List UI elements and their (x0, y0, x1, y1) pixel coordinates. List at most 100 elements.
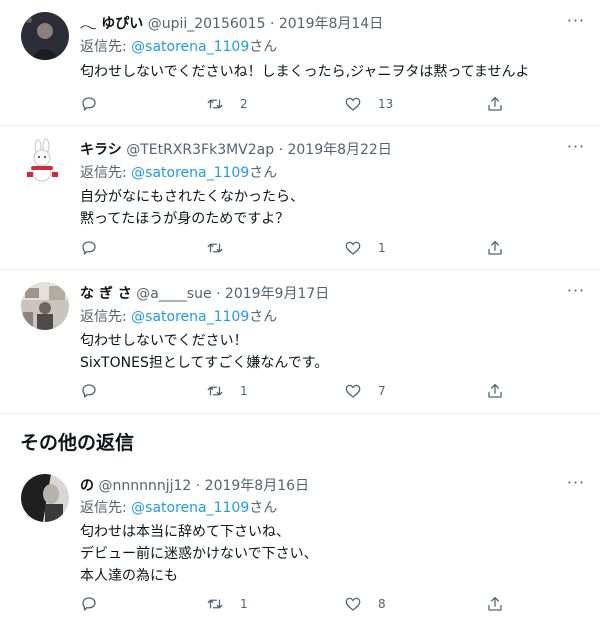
reply-to-suffix: さん (249, 165, 278, 181)
more-icon[interactable]: ··· (566, 13, 586, 30)
reply-button[interactable] (80, 381, 98, 401)
reply-to-line: 返信先: @satorena_1109さん (80, 164, 277, 182)
reply-mention-link[interactable]: @satorena_1109 (131, 39, 249, 55)
tweet[interactable]: の @nnnnnnjj12 · 2019年8月16日 ··· 返信先: @sat… (0, 462, 600, 620)
retweet-count: 1 (240, 597, 248, 611)
reply-to-suffix: さん (249, 39, 278, 55)
tweet-date[interactable]: 2019年8月14日 (279, 16, 383, 32)
reply-to-suffix: さん (249, 500, 278, 516)
tweet-text-line: 黙ってたほうが身のためですよ？ (80, 211, 290, 227)
reply-mention-link[interactable]: @satorena_1109 (131, 165, 249, 181)
tweet-text: 匂わせは本当に辞めて下さいね、 デビュー前に迷惑かけないで下さい、 本人達の為に… (80, 522, 318, 588)
tweet-text-line: 本人達の為にも (80, 568, 178, 584)
share-icon (488, 596, 502, 611)
like-button[interactable]: 7 (344, 381, 386, 401)
retweet-count: 1 (240, 384, 248, 398)
tweet-text-line: 匂わせしないでくださいね！しまくったら,ジャニヲタは黙ってませんよ (80, 64, 530, 80)
section-title: その他の返信 (20, 432, 135, 454)
tweet[interactable]: キラシ @TEtRXR3Fk3MV2ap · 2019年8月22日 ··· 返信… (0, 126, 600, 270)
share-button[interactable] (486, 238, 504, 258)
share-button[interactable] (486, 381, 504, 401)
tweet-header: な ぎ さ @a____sue · 2019年9月17日 (80, 285, 329, 303)
separator-dot: · (195, 478, 201, 494)
like-icon (345, 241, 361, 255)
like-button[interactable]: 1 (344, 238, 386, 258)
tweet-actions: 1 8 (80, 594, 520, 614)
like-icon (345, 97, 361, 111)
share-icon (488, 383, 502, 398)
tweet-date[interactable]: 2019年8月22日 (287, 142, 391, 158)
more-icon[interactable]: ··· (566, 139, 586, 156)
display-name[interactable]: 𓂃 ゆぴい (80, 16, 143, 32)
reply-to-line: 返信先: @satorena_1109さん (80, 499, 277, 517)
reply-to-line: 返信先: @satorena_1109さん (80, 38, 277, 56)
tweet-actions: 1 7 (80, 381, 520, 401)
retweet-count: 2 (240, 97, 248, 111)
user-handle[interactable]: @TEtRXR3Fk3MV2ap (126, 142, 274, 158)
avatar[interactable] (21, 12, 69, 60)
like-count: 8 (378, 597, 386, 611)
more-icon[interactable]: ··· (566, 475, 586, 492)
share-button[interactable] (486, 594, 504, 614)
avatar[interactable] (21, 138, 69, 186)
like-button[interactable]: 8 (344, 594, 386, 614)
more-icon[interactable]: ··· (566, 283, 586, 300)
reply-icon (82, 384, 96, 398)
avatar[interactable] (21, 282, 69, 330)
like-count: 13 (378, 97, 394, 111)
share-button[interactable] (486, 94, 504, 114)
tweet-text-line: 匂わせは本当に辞めて下さいね、 (80, 524, 290, 540)
user-handle[interactable]: @nnnnnnjj12 (98, 478, 191, 494)
tweet-actions: 1 (80, 238, 520, 258)
like-icon (345, 597, 361, 611)
retweet-button[interactable]: 2 (206, 94, 248, 114)
separator-dot: · (269, 16, 275, 32)
like-count: 7 (378, 384, 386, 398)
tweet-actions: 2 13 (80, 94, 520, 114)
display-name[interactable]: の (80, 478, 94, 494)
display-name[interactable]: キラシ (80, 142, 122, 158)
share-icon (488, 240, 502, 255)
reply-to-prefix: 返信先: (80, 500, 132, 516)
retweet-button[interactable]: 1 (206, 381, 248, 401)
like-button[interactable]: 13 (344, 94, 393, 114)
user-handle[interactable]: @a____sue (136, 286, 211, 302)
retweet-button[interactable]: 1 (206, 594, 248, 614)
reply-to-line: 返信先: @satorena_1109さん (80, 308, 277, 326)
tweet[interactable]: 𓂃 ゆぴい @upii_20156015 · 2019年8月14日 ··· 返信… (0, 0, 600, 126)
retweet-icon (207, 386, 223, 396)
user-handle[interactable]: @upii_20156015 (148, 16, 266, 32)
tweet-date[interactable]: 2019年8月16日 (205, 478, 309, 494)
retweet-button[interactable] (206, 238, 240, 258)
reply-mention-link[interactable]: @satorena_1109 (131, 500, 249, 516)
reply-icon (82, 241, 96, 255)
like-count: 1 (378, 241, 386, 255)
tweet-text: 自分がなにもされたくなかったら、 黙ってたほうが身のためですよ？ (80, 187, 304, 231)
tweet-text-line: 匂わせしないでください！ (80, 333, 248, 349)
tweet-header: の @nnnnnnjj12 · 2019年8月16日 (80, 477, 309, 495)
display-name[interactable]: な ぎ さ (80, 286, 132, 302)
retweet-icon (207, 243, 223, 253)
tweet-header: 𓂃 ゆぴい @upii_20156015 · 2019年8月14日 (80, 15, 383, 33)
reply-to-prefix: 返信先: (80, 39, 132, 55)
tweet-text-line: SixTONES担としてすごく嫌なんです。 (80, 355, 329, 371)
retweet-icon (207, 599, 223, 609)
reply-button[interactable] (80, 594, 98, 614)
separator-dot: · (278, 142, 284, 158)
tweet-header: キラシ @TEtRXR3Fk3MV2ap · 2019年8月22日 (80, 141, 392, 159)
reply-icon (82, 597, 96, 611)
avatar[interactable] (21, 474, 69, 522)
reply-mention-link[interactable]: @satorena_1109 (131, 309, 249, 325)
tweet-date[interactable]: 2019年9月17日 (225, 286, 329, 302)
separator-dot: · (216, 286, 221, 302)
tweet-text-line: デビュー前に迷惑かけないで下さい、 (80, 546, 318, 562)
tweet[interactable]: な ぎ さ @a____sue · 2019年9月17日 ··· 返信先: @s… (0, 270, 600, 414)
reply-to-suffix: さん (249, 309, 278, 325)
retweet-icon (207, 99, 223, 109)
tweet-text: 匂わせしないでくださいね！しまくったら,ジャニヲタは黙ってませんよ (80, 62, 530, 84)
reply-button[interactable] (80, 238, 98, 258)
reply-to-prefix: 返信先: (80, 309, 132, 325)
reply-button[interactable] (80, 94, 98, 114)
tweet-text: 匂わせしないでください！ SixTONES担としてすごく嫌なんです。 (80, 331, 328, 375)
tweet-text-line: 自分がなにもされたくなかったら、 (80, 189, 304, 205)
